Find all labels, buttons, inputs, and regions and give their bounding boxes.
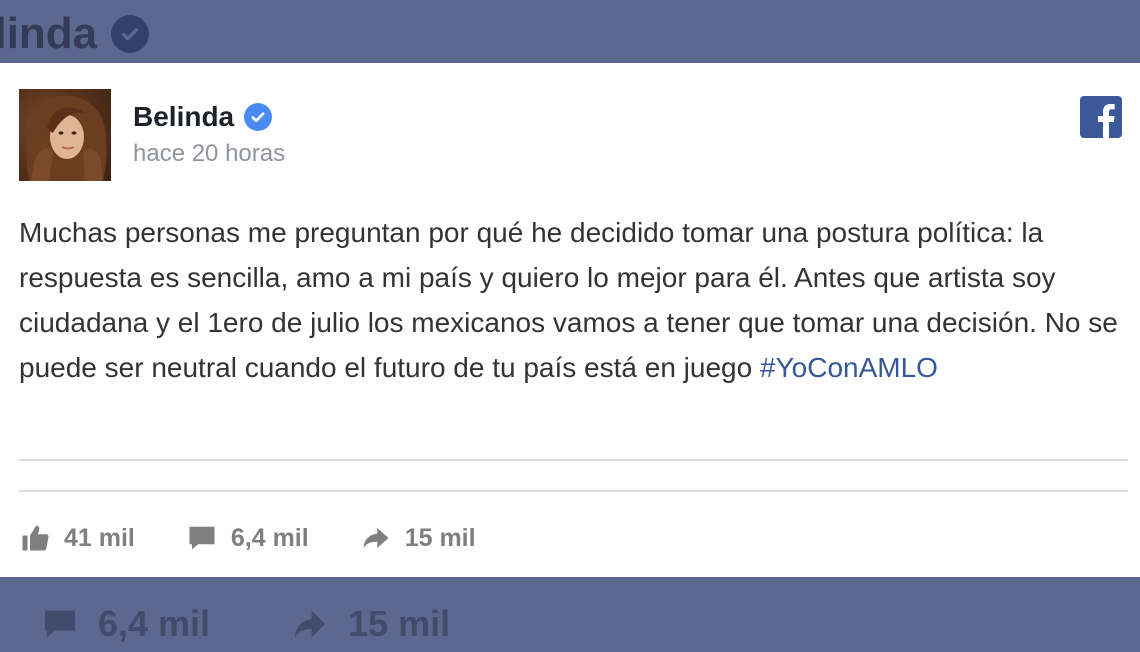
share-action[interactable]: 15 mil: [361, 523, 476, 553]
background-header: elinda: [0, 6, 150, 62]
author-name[interactable]: Belinda: [133, 101, 234, 133]
post-card: Belinda hace 20 horas Muchas personas me…: [0, 63, 1140, 577]
likes-count: 41 mil: [64, 523, 135, 552]
post-timestamp[interactable]: hace 20 horas: [133, 140, 285, 168]
share-arrow-icon: [363, 528, 389, 548]
shares-count: 15 mil: [404, 523, 476, 552]
post-author[interactable]: Belinda: [133, 100, 273, 134]
thumbs-up-icon: [22, 525, 49, 551]
comment-bubble-icon: [189, 526, 215, 550]
divider: [19, 459, 1128, 461]
avatar[interactable]: [19, 89, 111, 181]
background-actions: 6,4 mil 15 mil: [40, 596, 510, 652]
background-author-name: elinda: [0, 9, 98, 58]
divider: [19, 490, 1128, 492]
avatar-portrait: [26, 95, 107, 181]
post-body-text: Muchas personas me preguntan por qué he …: [19, 217, 1118, 383]
background-verified-icon: [111, 15, 150, 53]
post-body: Muchas personas me preguntan por qué he …: [19, 210, 1119, 390]
post-stats: 41 mil 6,4 mil 15 mil: [20, 518, 528, 558]
background-comment-icon: [45, 610, 75, 638]
facebook-icon[interactable]: [1080, 96, 1122, 138]
comments-count: 6,4 mil: [230, 523, 309, 552]
like-action[interactable]: 41 mil: [20, 523, 135, 553]
background-shares-count: 15 mil: [348, 603, 451, 644]
background-comments-count: 6,4 mil: [98, 603, 211, 644]
verified-badge-icon: [244, 103, 273, 131]
hashtag-link[interactable]: #YoConAMLO: [760, 352, 938, 383]
background-share-icon: [295, 610, 326, 638]
comment-action[interactable]: 6,4 mil: [187, 523, 309, 553]
